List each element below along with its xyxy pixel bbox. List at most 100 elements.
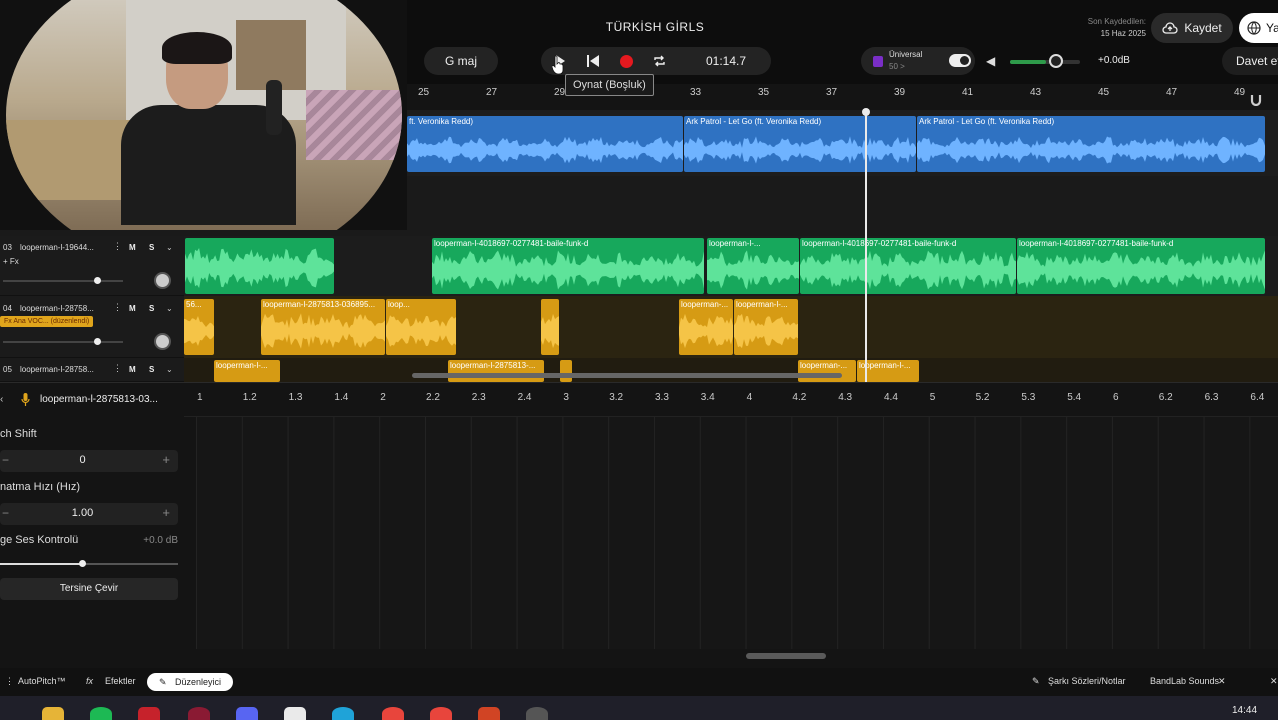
- lyrics-button[interactable]: Şarkı Sözleri/Notlar: [1048, 676, 1126, 686]
- audio-clip[interactable]: [185, 238, 334, 294]
- audio-clip[interactable]: Ark Patrol - Let Go (ft. Veronika Redd): [684, 116, 916, 172]
- more-options-icon[interactable]: ⋮: [113, 241, 122, 252]
- solo-button[interactable]: S: [149, 304, 154, 313]
- pitch-shift-value[interactable]: 0: [0, 454, 165, 466]
- app-icon[interactable]: [526, 707, 548, 720]
- audio-clip[interactable]: [541, 299, 559, 355]
- track-name[interactable]: looperman-l-19644...: [20, 243, 108, 252]
- master-volume-slider[interactable]: [1010, 60, 1080, 64]
- audio-clip[interactable]: looperman-l-...: [734, 299, 798, 355]
- pan-knob[interactable]: [154, 333, 171, 350]
- track-fx-tag[interactable]: Fx Ana VOC... (düzenlendi): [0, 316, 94, 327]
- more-options-icon[interactable]: ⋮: [113, 302, 122, 313]
- audio-clip[interactable]: looperman-l-2875813-...: [448, 360, 544, 382]
- folder-icon[interactable]: [42, 707, 64, 720]
- mute-button[interactable]: M: [129, 365, 136, 374]
- pencil-icon: ✎: [159, 677, 167, 687]
- loop-button[interactable]: [644, 47, 674, 75]
- track-header-03[interactable]: 03 looperman-l-19644... ⋮ M S ⌄ + Fx: [0, 236, 184, 296]
- effects-button[interactable]: Efektler: [105, 676, 136, 686]
- language-button[interactable]: Ya: [1239, 13, 1278, 43]
- audio-clip[interactable]: loop...: [386, 299, 456, 355]
- playback-rate-stepper[interactable]: − 1.00 +: [0, 503, 178, 525]
- speaker-icon[interactable]: ◀: [986, 54, 995, 68]
- chevron-down-icon[interactable]: ⌄: [166, 304, 173, 313]
- more-options-icon[interactable]: ⋮: [113, 363, 122, 374]
- audio-clip[interactable]: looperman-...: [798, 360, 856, 382]
- playhead-handle[interactable]: [862, 108, 870, 116]
- editor-beat-number: 6.3: [1204, 392, 1219, 403]
- chevron-left-icon[interactable]: ‹: [0, 394, 3, 405]
- close-icon[interactable]: ✕: [1218, 676, 1226, 687]
- audio-clip[interactable]: looperman-...: [679, 299, 733, 355]
- browser-icon[interactable]: [332, 707, 354, 720]
- track-volume-slider[interactable]: [3, 338, 123, 345]
- gain-slider-knob[interactable]: [79, 560, 86, 567]
- close-icon[interactable]: ✕: [1270, 676, 1278, 687]
- gain-slider[interactable]: [0, 563, 178, 565]
- chrome-icon[interactable]: [430, 707, 452, 720]
- audio-clip[interactable]: ft. Veronika Redd): [407, 116, 683, 172]
- record-button[interactable]: [611, 47, 641, 75]
- audio-clip[interactable]: Ark Patrol - Let Go (ft. Veronika Redd): [917, 116, 1265, 172]
- discord-icon[interactable]: [236, 707, 258, 720]
- clip-name: looperman-l-...: [709, 239, 761, 248]
- rewind-button[interactable]: [578, 47, 608, 75]
- track-number: 05: [3, 365, 12, 374]
- pan-knob[interactable]: [154, 272, 171, 289]
- clip-name: looperman-l-...: [216, 361, 268, 370]
- editor-scrollbar[interactable]: [746, 653, 826, 659]
- magnet-icon[interactable]: [1250, 94, 1264, 108]
- song-title[interactable]: TÜRKİSH GİRLS: [560, 20, 750, 34]
- mute-button[interactable]: M: [129, 243, 136, 252]
- track-header-04[interactable]: 04 looperman-l-28758... ⋮ M S ⌄ Fx Ana V…: [0, 296, 184, 358]
- spotify-icon[interactable]: [90, 707, 112, 720]
- add-fx-button[interactable]: + Fx: [3, 257, 19, 266]
- fx-icon[interactable]: fx: [86, 676, 93, 686]
- key-selector[interactable]: G maj: [424, 47, 498, 75]
- editor-beat-ruler[interactable]: 1 1.2 1.3 1.4 2 2.2 2.3 2.4 3 3.2 3.3 3.4 4 4.2 4.3 4.4…: [184, 383, 1278, 417]
- audio-clip[interactable]: looperman-l-4018697-0277481-baile-funk-d: [1017, 238, 1265, 294]
- plus-icon[interactable]: +: [162, 505, 170, 520]
- bandlab-sounds-button[interactable]: BandLab Sounds: [1150, 676, 1219, 686]
- solo-button[interactable]: S: [149, 243, 154, 252]
- mute-button[interactable]: M: [129, 304, 136, 313]
- ruler-bar-number: 33: [690, 87, 702, 98]
- invite-button[interactable]: Davet et: [1222, 47, 1278, 75]
- app-icon[interactable]: [284, 707, 306, 720]
- app-icon[interactable]: [188, 707, 210, 720]
- audio-clip[interactable]: looperman-l-...: [214, 360, 280, 382]
- save-button[interactable]: Kaydet: [1151, 13, 1233, 43]
- solo-button[interactable]: S: [149, 365, 154, 374]
- editor-tab[interactable]: ✎ Düzenleyici: [147, 673, 233, 691]
- chrome-icon[interactable]: [382, 707, 404, 720]
- audio-clip[interactable]: 56...: [184, 299, 214, 355]
- audio-clip[interactable]: looperman-l-4018697-0277481-baile-funk-d: [800, 238, 1016, 294]
- audio-clip[interactable]: [560, 360, 572, 382]
- app-icon[interactable]: [138, 707, 160, 720]
- timeline-ruler[interactable]: 25272931333537394143454749: [407, 84, 1278, 110]
- plus-icon[interactable]: +: [162, 452, 170, 467]
- pitch-shift-stepper[interactable]: − 0 +: [0, 450, 178, 472]
- audio-clip[interactable]: looperman-l-...: [707, 238, 799, 294]
- track-name[interactable]: looperman-l-28758...: [20, 304, 108, 313]
- reverse-button[interactable]: Tersine Çevir: [0, 578, 178, 600]
- editor-grid[interactable]: [196, 417, 1278, 649]
- metronome-toggle[interactable]: [949, 54, 971, 67]
- pen-icon[interactable]: ✎: [1032, 676, 1040, 687]
- playhead[interactable]: [865, 110, 867, 382]
- audio-clip[interactable]: looperman-l-4018697-0277481-baile-funk-d: [432, 238, 704, 294]
- metronome-control[interactable]: Üniversal 50 >: [861, 47, 975, 75]
- track-name[interactable]: looperman-l-28758...: [20, 365, 108, 374]
- chevron-down-icon[interactable]: ⌄: [166, 365, 173, 374]
- autopitch-button[interactable]: AutoPitch™: [18, 676, 66, 686]
- audio-clip[interactable]: looperman-l-2875813-036895...: [261, 299, 385, 355]
- timeline-scrollbar[interactable]: [412, 373, 842, 378]
- track-header-05[interactable]: 05 looperman-l-28758... ⋮ M S ⌄: [0, 358, 184, 382]
- chevron-down-icon[interactable]: ⌄: [166, 243, 173, 252]
- app-icon[interactable]: [478, 707, 500, 720]
- autopitch-icon[interactable]: ⋮: [5, 676, 14, 687]
- playback-rate-value[interactable]: 1.00: [0, 507, 165, 519]
- track-volume-slider[interactable]: [3, 277, 123, 284]
- master-volume-knob[interactable]: [1049, 54, 1063, 68]
